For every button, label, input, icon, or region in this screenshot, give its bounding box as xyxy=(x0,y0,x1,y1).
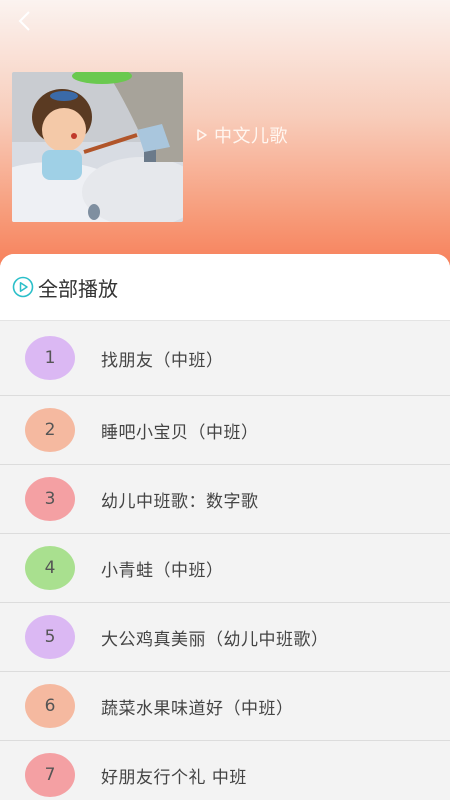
back-button[interactable] xyxy=(10,6,40,36)
track-row[interactable]: 3 幼儿中班歌：数字歌 xyxy=(0,465,450,534)
album-cover-image xyxy=(12,72,183,222)
track-number-badge: 6 xyxy=(25,684,75,728)
track-row[interactable]: 1 找朋友（中班） xyxy=(0,321,450,396)
track-row[interactable]: 6 蔬菜水果味道好（中班） xyxy=(0,672,450,741)
track-title: 找朋友（中班） xyxy=(101,350,224,371)
track-row[interactable]: 7 好朋友行个礼 中班 xyxy=(0,741,450,800)
track-number-badge: 4 xyxy=(25,546,75,590)
track-title: 好朋友行个礼 中班 xyxy=(101,767,247,788)
track-title: 睡吧小宝贝（中班） xyxy=(101,422,259,443)
track-row[interactable]: 4 小青蛙（中班） xyxy=(0,534,450,603)
play-all-button[interactable]: 全部播放 xyxy=(0,254,450,321)
track-row[interactable]: 2 睡吧小宝贝（中班） xyxy=(0,396,450,465)
play-triangle-icon xyxy=(197,129,207,141)
track-number-badge: 2 xyxy=(25,408,75,452)
chevron-left-icon xyxy=(18,11,30,31)
album-screen: 中文儿歌 全部播放 1 找朋友（中班） 2 睡吧小宝贝（中班） 3 幼儿中班歌：… xyxy=(0,0,450,800)
track-row[interactable]: 5 大公鸡真美丽（幼儿中班歌） xyxy=(0,603,450,672)
track-number-badge: 1 xyxy=(25,336,75,380)
album-title-row: 中文儿歌 xyxy=(196,122,288,148)
track-title: 小青蛙（中班） xyxy=(101,560,224,581)
play-all-label: 全部播放 xyxy=(38,276,118,301)
play-circle-icon xyxy=(12,276,34,298)
track-title: 大公鸡真美丽（幼儿中班歌） xyxy=(101,629,329,650)
track-number-badge: 3 xyxy=(25,477,75,521)
album-title: 中文儿歌 xyxy=(214,126,288,147)
track-number-badge: 5 xyxy=(25,615,75,659)
track-number-badge: 7 xyxy=(25,753,75,797)
track-list: 1 找朋友（中班） 2 睡吧小宝贝（中班） 3 幼儿中班歌：数字歌 4 小青蛙（… xyxy=(0,321,450,800)
track-panel: 全部播放 1 找朋友（中班） 2 睡吧小宝贝（中班） 3 幼儿中班歌：数字歌 4… xyxy=(0,254,450,800)
track-title: 幼儿中班歌：数字歌 xyxy=(101,491,259,512)
track-title: 蔬菜水果味道好（中班） xyxy=(101,698,294,719)
